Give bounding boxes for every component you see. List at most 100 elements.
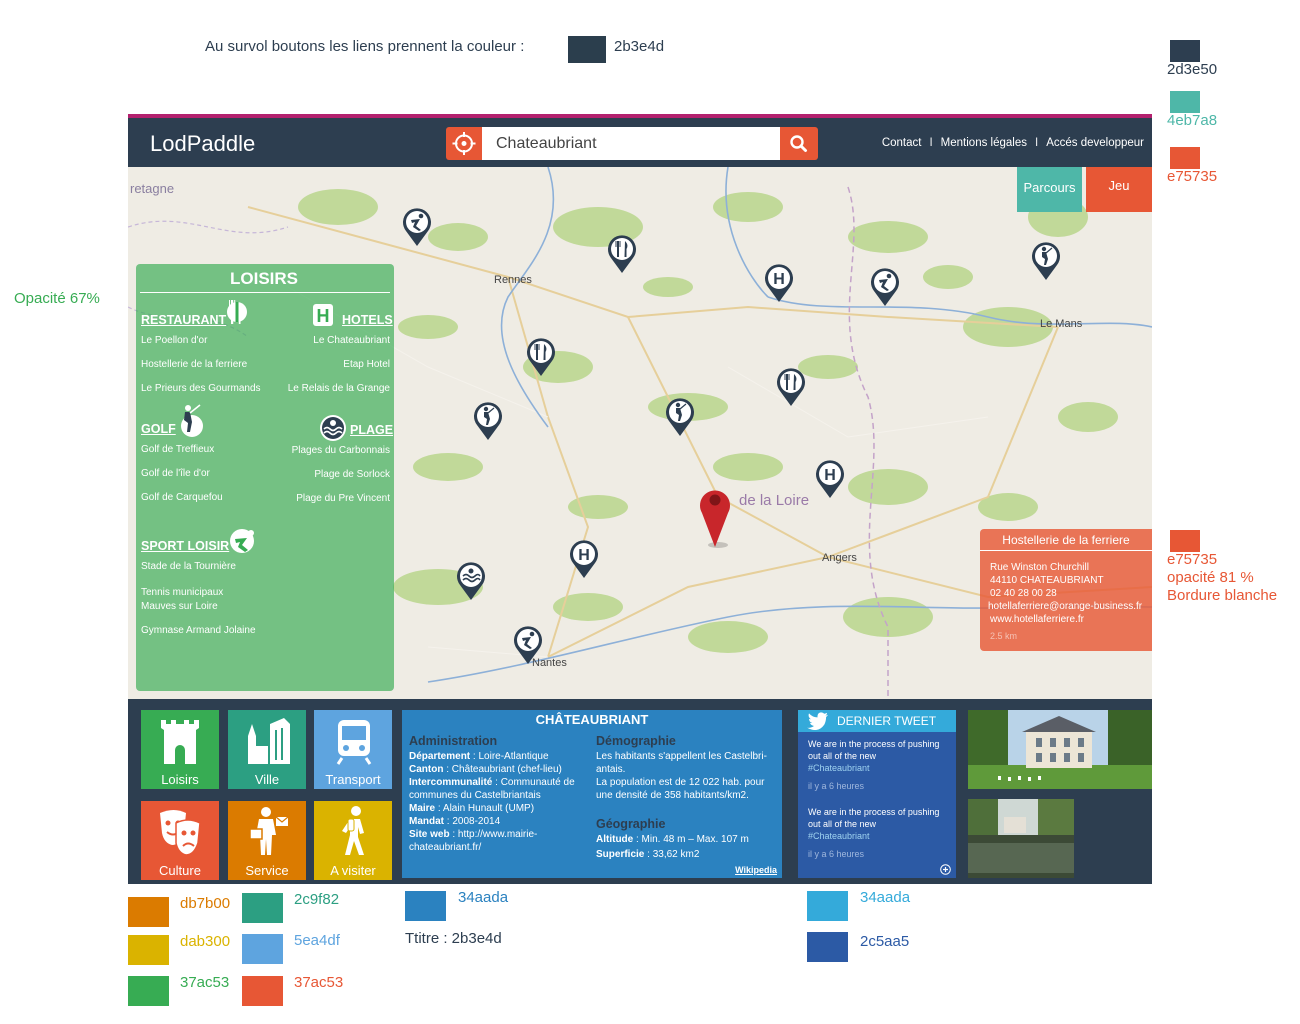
photo-lake[interactable] (968, 799, 1074, 878)
main-location-marker[interactable] (698, 483, 732, 549)
restaurant-icon (227, 300, 247, 324)
geo-details: Altitude : Min. 48 m – Max. 107 m Superf… (596, 833, 778, 861)
list-item[interactable]: Le Chateaubriant (313, 335, 390, 346)
map-pin-hotel[interactable]: H (764, 263, 794, 303)
hover-color-label: 2b3e4d (614, 38, 665, 55)
tab-jeu[interactable]: Jeu (1086, 167, 1152, 212)
map-pin-hotel[interactable]: H (569, 539, 599, 579)
popup-email[interactable]: hotellaferriere@orange-business.fr (988, 601, 1142, 612)
list-item[interactable]: Tennis municipaux (141, 587, 223, 598)
divider (140, 292, 390, 293)
list-item[interactable]: Plage de Sorlock (314, 469, 390, 480)
demo-line: antais. (596, 764, 626, 775)
tile-culture[interactable]: Culture (141, 801, 219, 880)
category-hotels[interactable]: HOTELS (342, 313, 393, 327)
tab-parcours[interactable]: Parcours (1017, 167, 1082, 212)
popup-address: Rue Winston Churchill (990, 562, 1089, 573)
popup-distance: 2.5 km (990, 631, 1018, 641)
geo-key: Superficie (596, 849, 645, 860)
tile-label: A visiter (330, 863, 376, 878)
list-item[interactable]: Mauves sur Loire (141, 601, 218, 612)
map-pin-sport[interactable] (402, 207, 432, 247)
tweet[interactable]: We are in the process of pushing out all… (808, 738, 939, 792)
map-label-loire: de la Loire (739, 492, 810, 509)
hover-swatch (568, 36, 606, 63)
nav-acces-developpeur[interactable]: Accés developpeur (1046, 137, 1144, 149)
swatch-34aada (807, 891, 848, 921)
crosshair-icon (452, 132, 476, 155)
tile-transport[interactable]: Transport (314, 710, 392, 789)
list-item[interactable]: Hostellerie de la ferriere (141, 359, 247, 370)
swatch-label: 34aada (860, 889, 911, 906)
map-pin-beach[interactable] (456, 561, 486, 601)
golf-icon (181, 404, 203, 437)
tile-service[interactable]: Service (228, 801, 306, 880)
nav-contact[interactable]: Contact (882, 137, 922, 149)
list-item[interactable]: Gymnase Armand Jolaine (141, 625, 256, 636)
map-pin-golf[interactable] (473, 401, 503, 441)
category-golf[interactable]: GOLF (141, 422, 176, 436)
list-item[interactable]: Le Relais de la Grange (288, 383, 390, 394)
category-sport-loisir[interactable]: SPORT LOISIR (141, 539, 229, 553)
map[interactable]: retagne Rennes Le Mans de la Loire Anger… (128, 167, 1152, 699)
admin-key: Mandat (409, 816, 444, 827)
category-restaurant[interactable]: RESTAURANT (141, 313, 226, 327)
list-item[interactable]: Le Prieurs des Gourmands (141, 383, 261, 394)
swatch-db7b00 (128, 897, 169, 927)
tile-label: Culture (159, 863, 201, 878)
swatch-label: 5ea4df (294, 932, 340, 949)
list-item[interactable]: Plage du Pre Vincent (296, 493, 390, 504)
map-pin-restaurant[interactable] (607, 234, 637, 274)
opacity-note: Opacité 67% (14, 290, 100, 307)
logo[interactable]: LodPaddle (150, 131, 255, 157)
swatch-label: 37ac53 (180, 974, 230, 991)
tile-loisirs[interactable]: Loisirs (141, 710, 219, 789)
list-item[interactable]: Etap Hotel (343, 359, 390, 370)
plus-circle-icon[interactable] (940, 864, 951, 875)
city-icon (248, 718, 290, 764)
map-pin-sport[interactable] (870, 267, 900, 307)
search-button[interactable] (780, 127, 818, 160)
photo-chateau[interactable] (968, 710, 1152, 789)
wikipedia-link[interactable]: Wikipedia (735, 865, 777, 875)
list-item[interactable]: Golf de l'île d'or (141, 468, 210, 479)
hashtag-link[interactable]: #Chateaubriant (808, 762, 939, 774)
map-pin-hotel[interactable]: H (815, 459, 845, 499)
popup-opacity-label: opacité 81 % (1167, 569, 1254, 586)
list-item[interactable]: Golf de Carquefou (141, 492, 223, 503)
category-plage[interactable]: PLAGE (350, 423, 393, 437)
tweet[interactable]: We are in the process of pushing out all… (808, 806, 939, 860)
admin-key: Canton (409, 764, 444, 775)
map-pin-golf[interactable] (1031, 241, 1061, 281)
swatch-label: 34aada (458, 889, 509, 906)
swatch-dab300 (128, 935, 169, 965)
list-item[interactable]: Le Poellon d'or (141, 335, 207, 346)
popup-website[interactable]: www.hotellaferriere.fr (990, 614, 1084, 625)
list-item[interactable]: Plages du Carbonnais (292, 445, 390, 456)
search-input[interactable] (482, 127, 780, 160)
map-pin-restaurant[interactable] (776, 367, 806, 407)
tile-a-visiter[interactable]: A visiter (314, 801, 392, 880)
place-popup[interactable]: Hostellerie de la ferriere Rue Winston C… (980, 529, 1152, 651)
tile-ville[interactable]: Ville (228, 710, 306, 789)
list-item[interactable]: Golf de Treffieux (141, 444, 214, 455)
header-bar: LodPaddle Contact I Mentions légales I A (128, 118, 1152, 167)
swatch-label: 2c5aa5 (860, 933, 910, 950)
demo-line: Les habitants s'appellent les Castelbri- (596, 751, 767, 762)
map-pin-sport[interactable] (513, 625, 543, 665)
map-pin-restaurant[interactable] (526, 337, 556, 377)
map-pin-golf[interactable] (665, 397, 695, 437)
nav-mentions-legales[interactable]: Mentions légales (941, 137, 1027, 149)
swatch-37ac53 (128, 976, 169, 1006)
loisirs-panel: LOISIRS RESTAURANT Le Poellon d'or Hoste… (136, 264, 394, 691)
svg-text:H: H (578, 547, 590, 564)
hashtag-link[interactable]: #Chateaubriant (808, 830, 939, 842)
demo-line: une densité de 358 habitants/km2. (596, 790, 749, 801)
map-label-le-mans: Le Mans (1040, 318, 1083, 330)
sport-icon (230, 529, 254, 553)
city-info-panel: CHÂTEAUBRIANT Administration Département… (402, 710, 782, 878)
locate-button[interactable] (446, 127, 482, 160)
tile-label: Ville (254, 772, 280, 787)
list-item[interactable]: Stade de la Tournière (141, 561, 236, 572)
nav-separator: I (929, 137, 933, 149)
